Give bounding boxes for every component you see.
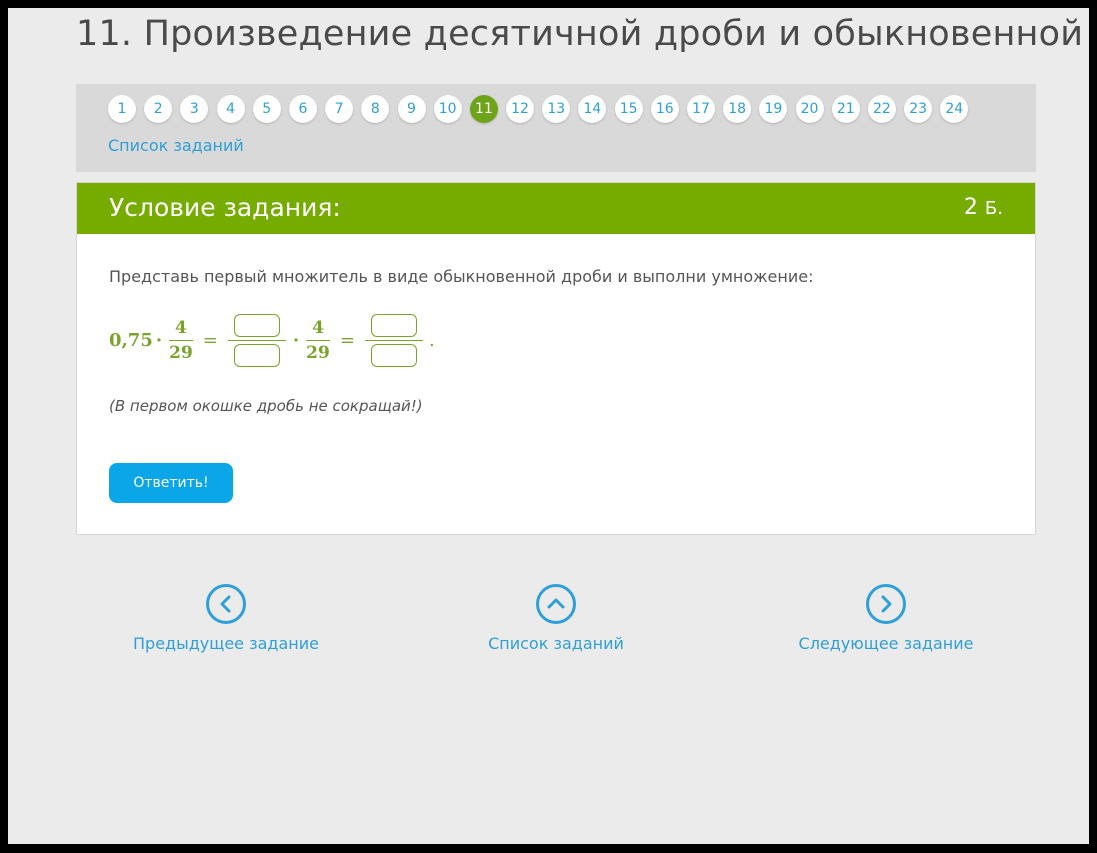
multiply-sign: · <box>292 329 300 351</box>
pager-button-3[interactable]: 3 <box>180 95 209 123</box>
pager-button-14[interactable]: 14 <box>578 95 607 123</box>
pager-button-20[interactable]: 20 <box>795 95 824 123</box>
pager-button-7[interactable]: 7 <box>325 95 354 123</box>
task-title: Условие задания: <box>109 193 341 222</box>
pager-list: 1 2 3 4 5 6 7 8 9 10 11 12 13 14 15 16 17 18 19 20 21 22 23 24 <box>108 95 977 123</box>
score-unit: Б. <box>984 198 1003 219</box>
pager-button-9[interactable]: 9 <box>397 95 426 123</box>
pager-button-12[interactable]: 12 <box>506 95 535 123</box>
task-instruction: Представь первый множитель в виде обыкно… <box>109 267 814 286</box>
fraction-numerator: 4 <box>312 317 324 338</box>
page: 11. Произведение десятичной дроби и обык… <box>8 8 1089 844</box>
pager-button-24[interactable]: 24 <box>940 95 969 123</box>
task-list-nav-link[interactable]: Список заданий <box>436 584 676 653</box>
pager-button-5[interactable]: 5 <box>252 95 281 123</box>
answer-denominator-2-input[interactable] <box>370 343 417 367</box>
score-value: 2 <box>963 195 978 220</box>
equals-sign: = <box>202 329 218 351</box>
chevron-up-icon <box>536 584 576 624</box>
pager-button-16[interactable]: 16 <box>650 95 679 123</box>
fraction-numerator: 4 <box>175 317 187 338</box>
pager-button-8[interactable]: 8 <box>361 95 390 123</box>
decimal-factor: 0,75 <box>109 329 153 351</box>
next-task-label: Следующее задание <box>798 634 974 653</box>
answer-numerator-1-input[interactable] <box>233 313 280 337</box>
prev-task-label: Предыдущее задание <box>133 634 319 653</box>
period: . <box>428 329 435 351</box>
prev-task-link[interactable]: Предыдущее задание <box>106 584 346 653</box>
pager-button-13[interactable]: 13 <box>542 95 571 123</box>
chevron-right-icon <box>866 584 906 624</box>
pager-button-4[interactable]: 4 <box>216 95 245 123</box>
next-task-link[interactable]: Следующее задание <box>766 584 1006 653</box>
fraction-denominator: 29 <box>306 342 330 363</box>
answer-denominator-1-input[interactable] <box>233 343 280 367</box>
task-pager: 1 2 3 4 5 6 7 8 9 10 11 12 13 14 15 16 17 18 19 20 21 22 23 24 … <box>76 84 1036 172</box>
pager-button-10[interactable]: 10 <box>433 95 462 123</box>
answer-fraction-2 <box>364 313 423 367</box>
pager-button-18[interactable]: 18 <box>723 95 752 123</box>
pager-button-15[interactable]: 15 <box>614 95 643 123</box>
pager-button-6[interactable]: 6 <box>288 95 317 123</box>
fraction-denominator: 29 <box>169 342 193 363</box>
given-fraction: 4 29 <box>306 318 330 363</box>
fraction-bar <box>169 339 193 341</box>
fraction-bar <box>227 339 286 341</box>
given-fraction: 4 29 <box>169 318 193 363</box>
task-card: Условие задания: 2 Б. Представь первый м… <box>76 182 1036 535</box>
pager-button-22[interactable]: 22 <box>867 95 896 123</box>
task-header: Условие задания: 2 Б. <box>77 183 1035 234</box>
task-note: (В первом окошке дробь не сокращай!) <box>109 397 423 415</box>
math-formula: 0,75 · 4 29 = · 4 29 = . <box>109 310 435 370</box>
fraction-bar <box>306 339 330 341</box>
equals-sign: = <box>339 329 355 351</box>
pager-button-1[interactable]: 1 <box>108 95 136 123</box>
pager-button-19[interactable]: 19 <box>759 95 788 123</box>
answer-numerator-2-input[interactable] <box>370 313 417 337</box>
submit-answer-button[interactable]: Ответить! <box>109 463 233 503</box>
task-list-nav-label: Список заданий <box>488 634 624 653</box>
pager-button-17[interactable]: 17 <box>687 95 715 123</box>
task-score: 2 Б. <box>964 195 1003 220</box>
chevron-left-icon <box>206 584 246 624</box>
answer-fraction-1 <box>227 313 286 367</box>
fraction-bar <box>364 339 423 341</box>
pager-button-21[interactable]: 21 <box>831 95 860 123</box>
pager-button-2[interactable]: 2 <box>144 95 173 123</box>
page-title: 11. Произведение десятичной дроби и обык… <box>76 14 1084 54</box>
pager-button-23[interactable]: 23 <box>904 95 933 123</box>
task-list-link[interactable]: Список заданий <box>108 136 244 155</box>
multiply-sign: · <box>155 329 163 351</box>
pager-button-11[interactable]: 11 <box>469 95 498 123</box>
